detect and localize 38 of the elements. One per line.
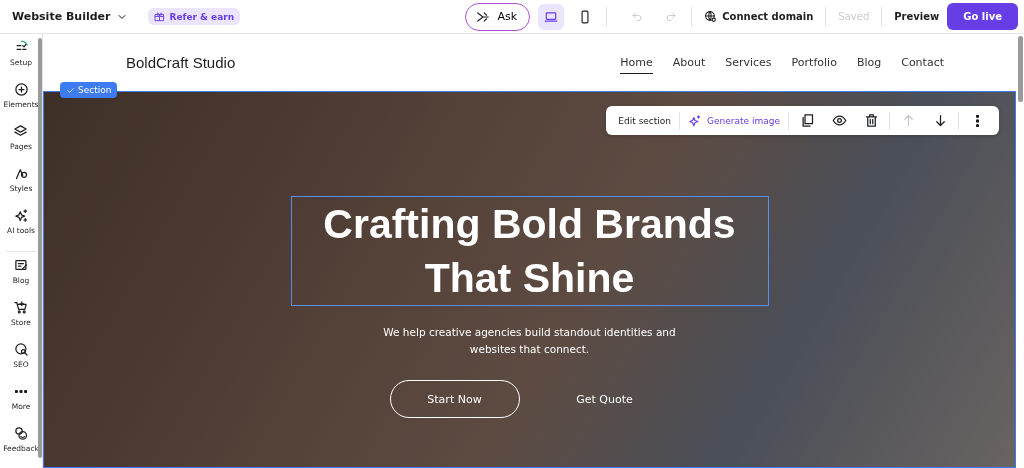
nav-link[interactable]: Blog — [856, 51, 882, 74]
edit-section-button[interactable]: Edit section — [614, 108, 676, 133]
globe-search-icon — [13, 341, 29, 357]
hero-heading: Crafting Bold Brands That Shine — [290, 196, 769, 306]
nav-link[interactable]: Home — [620, 51, 653, 74]
nav-link[interactable]: About — [672, 51, 706, 74]
nav-link[interactable]: Services — [725, 51, 772, 74]
ask-button[interactable]: Ask — [464, 2, 531, 31]
edit-note-icon — [13, 257, 29, 273]
device-toggle[interactable] — [538, 3, 565, 30]
scrollbar[interactable] — [38, 38, 42, 458]
check-icon — [66, 85, 75, 95]
cart-icon — [13, 299, 29, 315]
sparkle-arrow-icon — [475, 9, 490, 24]
trash-icon — [863, 113, 879, 128]
section-label[interactable]: Section — [60, 82, 118, 98]
nav-link[interactable]: Contact — [901, 51, 944, 74]
eye-icon — [831, 113, 847, 128]
gift-icon — [154, 11, 166, 22]
quote-button[interactable]: Get Quote — [539, 380, 670, 418]
generate-image-button[interactable]: Generate image — [684, 108, 784, 133]
product-menu-button[interactable]: Website Builder — [12, 10, 129, 23]
site-logo: BoldCraft Studio — [126, 54, 236, 71]
preview-button[interactable]: Preview — [890, 11, 944, 22]
sparkles-icon — [13, 208, 29, 224]
kebab-menu-icon — [975, 114, 979, 127]
scrollbar[interactable] — [1018, 36, 1023, 102]
more-icon — [15, 389, 27, 393]
connect-domain-button[interactable]: Connect domain — [700, 10, 818, 23]
sparkles-icon — [688, 113, 703, 128]
refer-button[interactable]: Refer & earn — [148, 8, 241, 25]
nav-link[interactable]: Portfolio — [791, 51, 837, 74]
copy-icon — [799, 113, 815, 128]
plus-circle-icon — [13, 82, 29, 98]
undo-icon — [631, 10, 644, 23]
redo-icon — [665, 10, 678, 23]
hero-subtitle: We help creative agencies build standout identities and websites that connect. — [382, 325, 677, 357]
go-live-button[interactable]: Go live — [947, 3, 1018, 30]
